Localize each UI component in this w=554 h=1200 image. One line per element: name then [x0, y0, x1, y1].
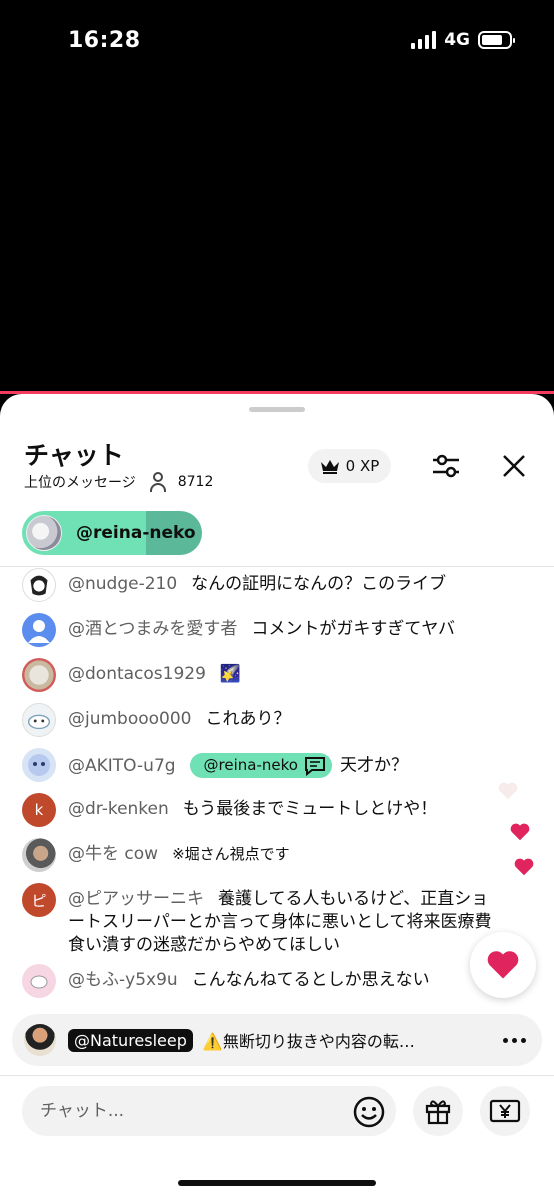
- status-time: 16:28: [68, 28, 141, 53]
- battery-icon: [478, 31, 515, 49]
- ticker-text: ⚠️無断切り抜きや内容の転…: [202, 1032, 415, 1051]
- heart-icon: [514, 858, 534, 876]
- pinned-user-pill[interactable]: @reina-neko: [22, 511, 202, 555]
- mention-name: @reina-neko: [203, 756, 298, 774]
- message-text: なんの証明になんの？このライブ: [191, 574, 447, 594]
- avatar: k: [22, 793, 56, 827]
- message-author[interactable]: @もふ-y5x9u: [68, 970, 178, 990]
- chat-bubble-icon: [304, 756, 325, 776]
- person-icon: [149, 472, 166, 492]
- avatar: [22, 658, 56, 692]
- chat-message[interactable]: @nudge-210 なんの証明になんの？このライブ: [22, 568, 532, 602]
- chat-message[interactable]: @AKITO-u7g @reina-neko 天才か？: [22, 748, 532, 782]
- message-author[interactable]: @jumbooo000: [68, 709, 192, 729]
- xp-badge[interactable]: 0 XP: [308, 449, 391, 483]
- avatar: [22, 964, 56, 998]
- avatar: [22, 568, 56, 602]
- chat-message[interactable]: ピ @ピアッサーニキ 養護してる人もいるけど、正直ショ ートスリーパーとか言って身…: [22, 883, 532, 957]
- signal-icon: [411, 31, 437, 49]
- chat-message[interactable]: @jumbooo000 これあり？: [22, 703, 532, 737]
- ticker-author[interactable]: @Naturesleep: [68, 1028, 193, 1052]
- sort-label[interactable]: 上位のメッセージ: [24, 472, 136, 492]
- status-icons: 4G: [411, 30, 515, 50]
- avatar: [22, 613, 56, 647]
- ticker-banner[interactable]: @Naturesleep ⚠️無断切り抜きや内容の転…: [12, 1014, 542, 1066]
- avatar: [22, 838, 56, 872]
- avatar: ピ: [22, 883, 56, 917]
- divider: [0, 566, 554, 567]
- divider: [0, 1075, 554, 1076]
- heart-icon: [498, 782, 518, 800]
- chat-sheet: チャット 上位のメッセージ 8712 0 XP @reina-neko @nud…: [0, 394, 554, 1200]
- message-author[interactable]: @酒とつまみを愛す者: [68, 619, 237, 639]
- status-bar: 16:28 4G: [0, 0, 554, 84]
- yen-icon: [489, 1099, 521, 1123]
- message-text: これあり？: [205, 709, 291, 729]
- message-author[interactable]: @dr-kenken: [68, 799, 169, 819]
- message-author[interactable]: @AKITO-u7g: [68, 756, 176, 776]
- heart-icon: [510, 823, 530, 841]
- message-text: ※堀さん視点です: [172, 845, 290, 863]
- chat-message[interactable]: @もふ-y5x9u こんなんねてるとしか思えない: [22, 964, 532, 998]
- drag-handle[interactable]: [249, 407, 305, 412]
- pinned-user-name: @reina-neko: [76, 523, 196, 543]
- chat-message[interactable]: @牛を cow ※堀さん視点です: [22, 838, 532, 872]
- message-text: コメントがガキすぎてヤバ: [251, 619, 455, 639]
- avatar: [26, 515, 62, 551]
- super-chat-button[interactable]: [480, 1086, 530, 1136]
- gift-button[interactable]: [413, 1086, 463, 1136]
- video-player[interactable]: [0, 84, 554, 392]
- message-text: ートスリーパーとか言って身体に悪いとして将来医療費: [68, 912, 492, 932]
- chat-message[interactable]: k @dr-kenken もう最後までミュートしとけや！: [22, 793, 532, 827]
- message-author[interactable]: @dontacos1929: [68, 664, 206, 684]
- avatar: [22, 703, 56, 737]
- message-text: 🌠: [219, 664, 242, 684]
- home-indicator: [178, 1180, 376, 1186]
- chat-input[interactable]: [22, 1086, 396, 1136]
- chat-message[interactable]: @dontacos1929 🌠: [22, 658, 532, 692]
- sliders-icon[interactable]: [430, 450, 462, 482]
- mention-chip[interactable]: @reina-neko: [189, 753, 332, 778]
- crown-icon: [320, 460, 339, 474]
- message-text: こんなんねてるとしか思えない: [191, 970, 430, 990]
- message-author[interactable]: @nudge-210: [68, 574, 177, 594]
- message-author[interactable]: @牛を cow: [68, 844, 158, 864]
- avatar: [22, 748, 56, 782]
- close-icon[interactable]: [500, 452, 528, 480]
- chat-subheader: 上位のメッセージ 8712: [24, 472, 213, 492]
- message-text: もう最後までミュートしとけや！: [182, 799, 438, 819]
- message-text: 食い潰すの迷惑だからやめてほしい: [68, 935, 340, 955]
- more-icon[interactable]: [503, 1038, 526, 1043]
- avatar: [24, 1024, 56, 1056]
- chat-title: チャット: [24, 441, 124, 470]
- xp-label: 0 XP: [345, 457, 380, 475]
- like-button[interactable]: [470, 932, 536, 998]
- chat-message[interactable]: @酒とつまみを愛す者 コメントがガキすぎてヤバ: [22, 613, 532, 647]
- gift-icon: [425, 1100, 451, 1125]
- viewer-count: 8712: [177, 474, 214, 490]
- message-text: 養護してる人もいるけど、正直ショ: [218, 889, 489, 909]
- network-type: 4G: [444, 30, 470, 50]
- message-text: 天才か？: [339, 755, 408, 776]
- message-author[interactable]: @ピアッサーニキ: [68, 889, 204, 909]
- smiley-icon[interactable]: [352, 1095, 386, 1129]
- heart-icon: [487, 951, 519, 979]
